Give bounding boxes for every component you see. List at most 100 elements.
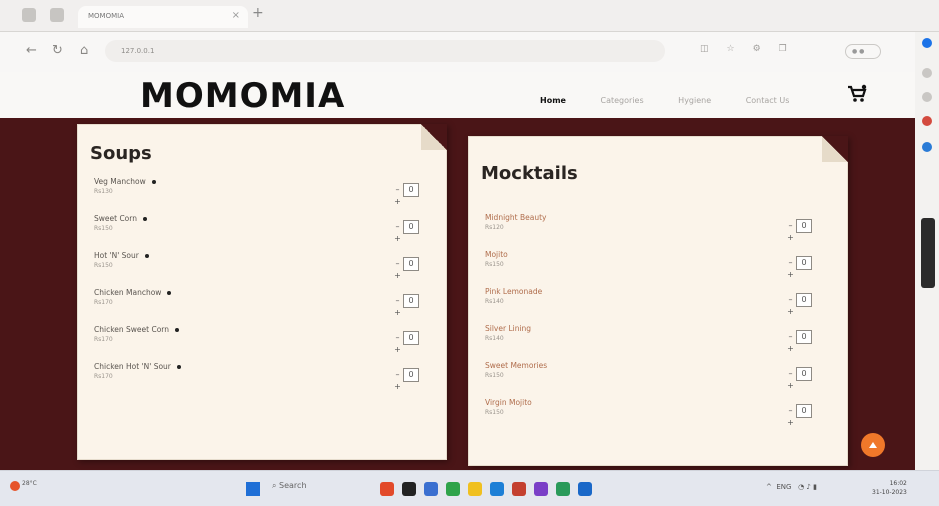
copilot-icon[interactable] xyxy=(922,38,932,48)
close-tab-icon[interactable]: × xyxy=(232,10,240,21)
tab-title: MOMOMIA xyxy=(88,12,124,20)
increase-button[interactable]: + xyxy=(787,233,794,242)
app-icon[interactable] xyxy=(534,482,548,496)
quantity-input[interactable]: 0 xyxy=(796,367,812,381)
menu-item: Veg Manchow Rs130 –0+ xyxy=(94,177,424,207)
address-input[interactable]: 127.0.0.1 xyxy=(105,40,665,62)
office-icon[interactable] xyxy=(922,142,932,152)
increase-button[interactable]: + xyxy=(394,345,401,354)
increase-button[interactable]: + xyxy=(787,270,794,279)
item-price: Rs150 xyxy=(485,261,504,268)
quantity-input[interactable]: 0 xyxy=(403,183,419,197)
quantity-input[interactable]: 0 xyxy=(403,294,419,308)
decrease-button[interactable]: – xyxy=(394,333,401,342)
quantity-stepper: –0+ xyxy=(394,257,424,280)
back-icon[interactable]: ← xyxy=(26,43,37,58)
scroll-to-top-button[interactable] xyxy=(861,433,885,457)
quantity-input[interactable]: 0 xyxy=(403,368,419,382)
quantity-stepper: –0+ xyxy=(394,294,424,317)
app-icon[interactable] xyxy=(424,482,438,496)
system-tray[interactable]: ^ ENG ◔ ♪ ▮ xyxy=(766,483,817,491)
decrease-button[interactable]: – xyxy=(394,259,401,268)
item-name: Hot 'N' Sour xyxy=(94,251,149,260)
quantity-input[interactable]: 0 xyxy=(796,330,812,344)
app-icon[interactable] xyxy=(446,482,460,496)
increase-button[interactable]: + xyxy=(787,418,794,427)
decrease-button[interactable]: – xyxy=(787,258,794,267)
menu-item: Chicken Sweet Corn Rs170 –0+ xyxy=(94,325,424,355)
search-icon[interactable] xyxy=(922,68,932,78)
increase-button[interactable]: + xyxy=(394,197,401,206)
workspace-icon[interactable] xyxy=(22,8,36,22)
decrease-button[interactable]: – xyxy=(394,296,401,305)
decrease-button[interactable]: – xyxy=(394,222,401,231)
file-explorer-icon[interactable] xyxy=(468,482,482,496)
site-logo[interactable]: MOMOMIA xyxy=(140,76,345,116)
new-tab-button[interactable]: + xyxy=(252,5,264,21)
cart-icon[interactable] xyxy=(847,84,867,104)
item-name: Chicken Hot 'N' Sour xyxy=(94,362,181,371)
decrease-button[interactable]: – xyxy=(787,332,794,341)
tab-actions-icon[interactable] xyxy=(50,8,64,22)
item-name: Chicken Sweet Corn xyxy=(94,325,180,334)
refresh-icon[interactable]: ↻ xyxy=(52,43,63,58)
menu-item: Virgin Mojito Rs150 –0+ xyxy=(485,398,815,428)
profile-button[interactable]: ● ● xyxy=(845,44,881,59)
increase-button[interactable]: + xyxy=(394,234,401,243)
weather-widget[interactable]: 28°C xyxy=(10,479,37,491)
veg-indicator-icon xyxy=(142,217,147,221)
decrease-button[interactable]: – xyxy=(394,370,401,379)
browser-tab-bar: MOMOMIA × + xyxy=(0,0,939,32)
increase-button[interactable]: + xyxy=(394,271,401,280)
item-name: Silver Lining xyxy=(485,324,531,333)
toolbar-icons[interactable]: ◫☆⚙❐ xyxy=(700,44,805,54)
sidebar-scroll-handle[interactable] xyxy=(921,218,935,288)
quantity-stepper: –0+ xyxy=(787,367,815,390)
start-icon[interactable] xyxy=(246,482,260,496)
clock[interactable]: 16:02 31-10-2023 xyxy=(872,479,907,497)
nav-hygiene[interactable]: Hygiene xyxy=(678,96,711,105)
app-icon[interactable] xyxy=(402,482,416,496)
decrease-button[interactable]: – xyxy=(394,185,401,194)
nav-home[interactable]: Home xyxy=(540,96,566,105)
item-name: Sweet Memories xyxy=(485,361,547,370)
decrease-button[interactable]: – xyxy=(787,369,794,378)
app-icon[interactable] xyxy=(512,482,526,496)
increase-button[interactable]: + xyxy=(787,381,794,390)
quantity-input[interactable]: 0 xyxy=(796,404,812,418)
home-icon[interactable]: ⌂ xyxy=(80,43,88,58)
games-icon[interactable] xyxy=(922,116,932,126)
nav-contact-us[interactable]: Contact Us xyxy=(746,96,790,105)
quantity-input[interactable]: 0 xyxy=(403,331,419,345)
quantity-input[interactable]: 0 xyxy=(403,220,419,234)
quantity-input[interactable]: 0 xyxy=(403,257,419,271)
quantity-input[interactable]: 0 xyxy=(796,256,812,270)
nav-categories[interactable]: Categories xyxy=(601,96,644,105)
item-price: Rs170 xyxy=(94,299,113,306)
increase-button[interactable]: + xyxy=(787,344,794,353)
app-icon[interactable] xyxy=(556,482,570,496)
item-name: Mojito xyxy=(485,250,508,259)
tools-icon[interactable] xyxy=(922,92,932,102)
decrease-button[interactable]: – xyxy=(787,406,794,415)
app-icon[interactable] xyxy=(578,482,592,496)
decrease-button[interactable]: – xyxy=(787,221,794,230)
page-fold xyxy=(421,124,447,150)
edge-icon[interactable] xyxy=(490,482,504,496)
decrease-button[interactable]: – xyxy=(787,295,794,304)
increase-button[interactable]: + xyxy=(394,382,401,391)
item-name-text: Veg Manchow xyxy=(94,177,146,186)
increase-button[interactable]: + xyxy=(787,307,794,316)
increase-button[interactable]: + xyxy=(394,308,401,317)
app-icon[interactable] xyxy=(380,482,394,496)
browser-tab[interactable]: MOMOMIA × xyxy=(78,6,248,28)
menu-item: Hot 'N' Sour Rs150 –0+ xyxy=(94,251,424,281)
item-name-text: Hot 'N' Sour xyxy=(94,251,139,260)
quantity-stepper: –0+ xyxy=(394,183,424,206)
quantity-input[interactable]: 0 xyxy=(796,293,812,307)
item-price: Rs150 xyxy=(485,409,504,416)
taskbar: 28°C ⌕ Search ^ ENG ◔ ♪ ▮ 16:02 31-10-20… xyxy=(0,470,939,506)
page-fold xyxy=(822,136,848,162)
quantity-input[interactable]: 0 xyxy=(796,219,812,233)
taskbar-search[interactable]: ⌕ Search xyxy=(272,481,307,491)
